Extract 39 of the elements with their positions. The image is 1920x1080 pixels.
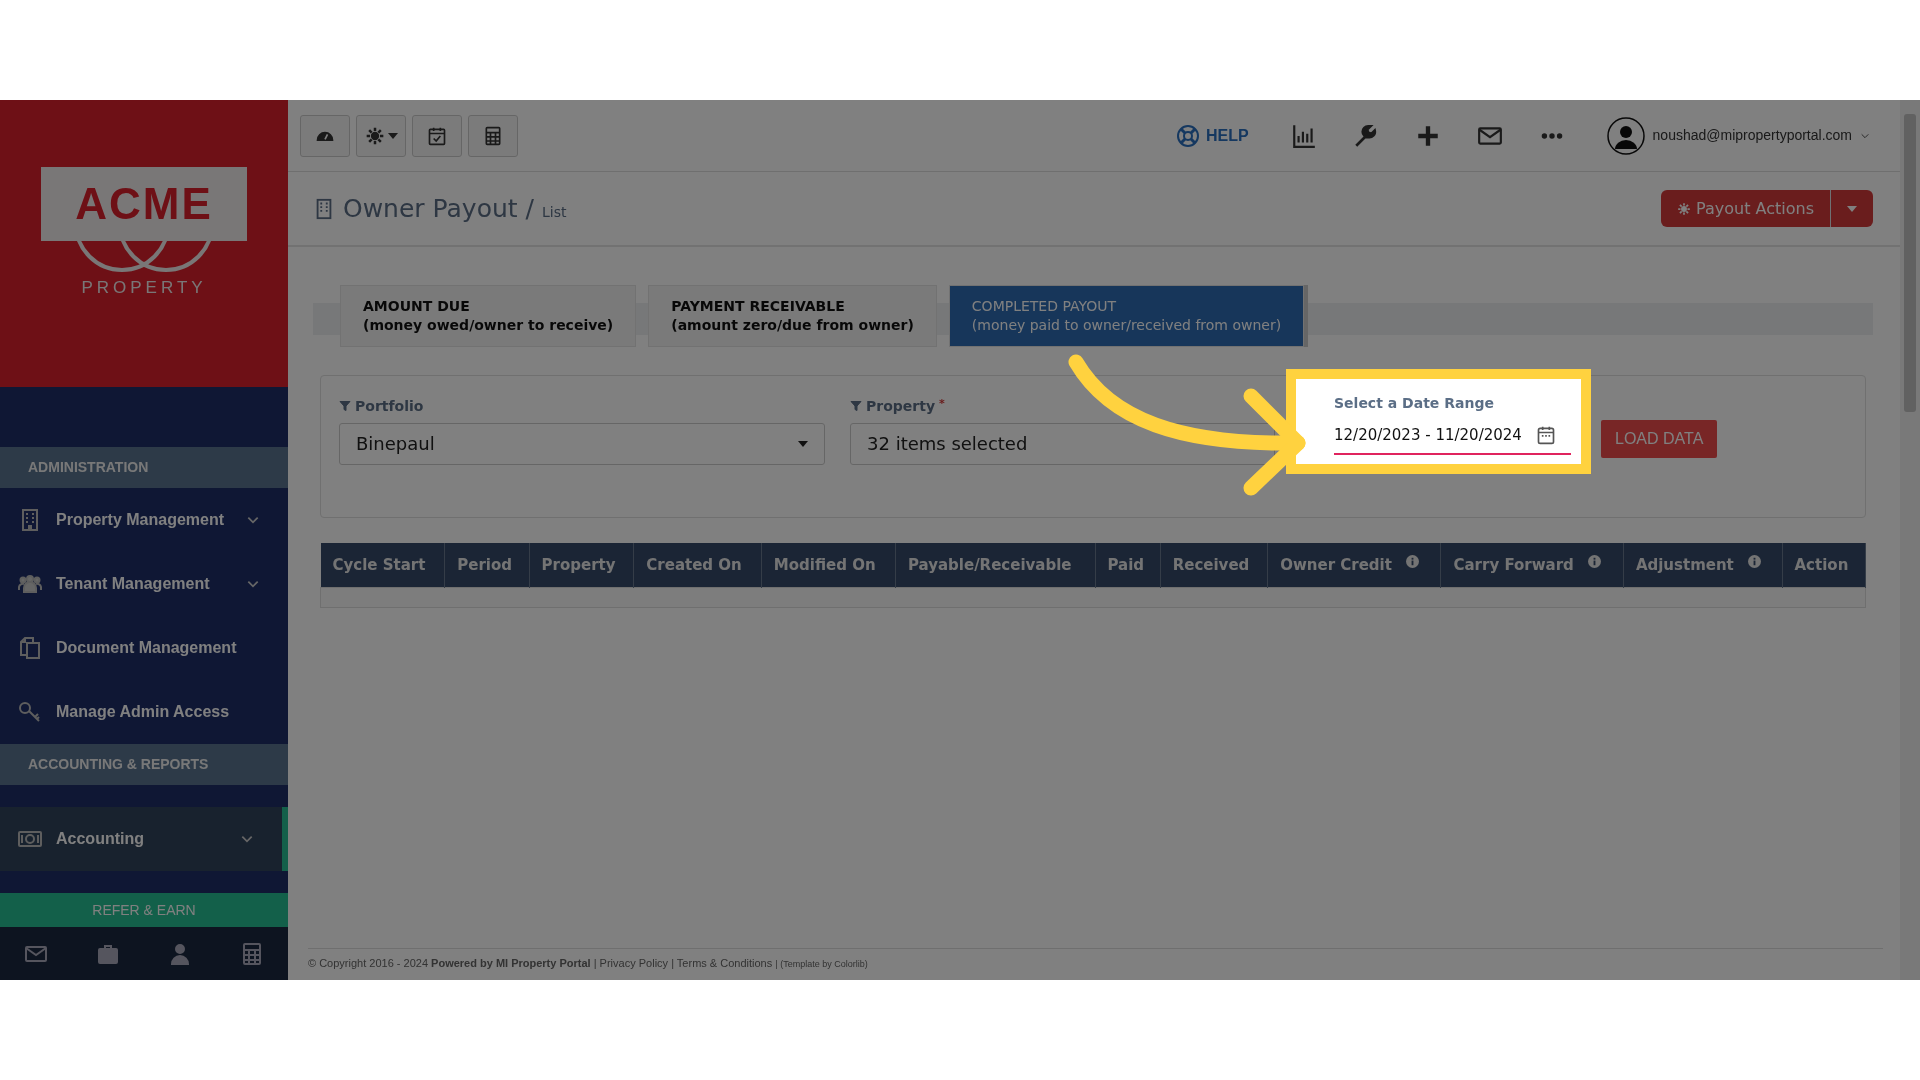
column-header[interactable]: Carry Forward [1440, 542, 1624, 588]
footer-link[interactable]: Terms & Conditions [676, 956, 773, 969]
refer-button[interactable]: REFER & EARN [0, 893, 288, 927]
load-data-button[interactable]: LOAD DATA [1601, 419, 1718, 458]
payout-actions-button[interactable]: Payout Actions [1660, 190, 1830, 227]
sidebar-item[interactable]: Manage Admin Access [0, 680, 288, 744]
column-header[interactable]: Action [1782, 542, 1866, 588]
column-header[interactable]: Created On [633, 542, 762, 588]
column-header[interactable]: Paid [1095, 542, 1161, 588]
required-mark: * [939, 395, 945, 412]
column-header[interactable]: Period [444, 542, 530, 588]
sidebar-item[interactable]: Document Management [0, 616, 288, 680]
sidebar-item[interactable]: Tenant Management [0, 552, 288, 616]
user-menu[interactable]: noushad@mipropertyportal.com [1600, 115, 1876, 156]
payout-tab[interactable]: COMPLETED PAYOUT (money paid to owner/received from owner) [948, 285, 1305, 347]
property-label: Property [866, 396, 936, 416]
column-header[interactable]: Cycle Start [320, 542, 445, 588]
date-range-label: Select a Date Range [1334, 393, 1495, 413]
portfolio-label: Portfolio [355, 396, 424, 416]
sidebar-item[interactable]: Property Management [0, 488, 288, 552]
sidebar-section-title: ACCOUNTING & REPORTS [0, 744, 288, 785]
page-title: Owner Payout / [343, 192, 534, 225]
sidebar-section-title: ADMINISTRATION [0, 447, 288, 488]
payout-tab[interactable]: AMOUNT DUE (money owed/owner to receive) [340, 285, 637, 347]
payout-tab[interactable]: PAYMENT RECEIVABLE (amount zero/due from owner) [648, 285, 937, 347]
column-header[interactable]: Payable/Receivable [895, 542, 1095, 588]
footer-link[interactable]: Privacy Policy [599, 956, 669, 969]
column-header[interactable]: Owner Credit [1267, 542, 1441, 588]
column-header[interactable]: Modified On [761, 542, 896, 588]
breadcrumb-text: List [541, 203, 567, 222]
column-header[interactable]: Property [529, 542, 634, 588]
column-header[interactable]: Received [1160, 542, 1268, 588]
column-header[interactable]: Adjustment [1623, 542, 1782, 588]
logo-wordmark: ACME [41, 166, 247, 241]
date-range-field[interactable]: 12/20/2023 - 11/20/2024 [1334, 419, 1571, 456]
portfolio-select[interactable]: Binepaul [339, 422, 825, 465]
help-link[interactable]: HELP [1169, 122, 1255, 149]
sidebar-item[interactable]: Accounting [0, 807, 288, 871]
logo-tagline: PROPERTY [81, 276, 207, 299]
